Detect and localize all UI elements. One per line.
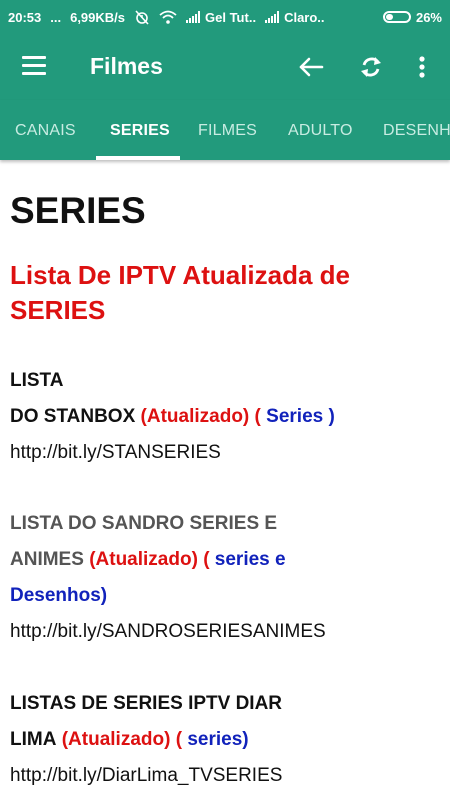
list-entry: LISTAS DE SERIES IPTV DIAR LIMA (Atualiz… (10, 686, 440, 794)
paren: ) (328, 406, 335, 427)
paren: ( (203, 549, 210, 570)
more-vert-icon[interactable] (412, 52, 432, 82)
page-heading: SERIES (10, 190, 146, 231)
entry-name: LIMA (10, 729, 57, 750)
active-tab-indicator (96, 156, 180, 160)
battery-percent: 26% (415, 9, 442, 25)
carrier1-signal: Gel Tut.. (186, 10, 256, 25)
paren: ( (254, 406, 261, 427)
entry-name: LISTAS DE SERIES IPTV DIAR (10, 693, 283, 714)
list-entry: LISTA DO SANDRO SERIES E ANIMES (Atualiz… (10, 506, 440, 650)
updated-tag: (Atualizado) (140, 406, 250, 427)
signal-icon (186, 11, 201, 23)
entry-name: ANIMES (10, 549, 84, 570)
updated-tag: (Atualizado) (61, 729, 171, 750)
entry-name: LISTA (10, 370, 64, 391)
status-bar: 20:53 ... 6,99KB/s Gel Tut.. Claro.. 26% (0, 0, 450, 34)
alarm-off-icon (134, 9, 150, 25)
category-tag: series e (214, 549, 286, 570)
status-network-speed: 6,99KB/s (70, 9, 126, 25)
entry-url-link[interactable]: http://bit.ly/SANDROSERIESANIMES (10, 614, 440, 650)
entry-line: ANIMES (Atualizado) ( series e (10, 542, 440, 578)
tab-adulto[interactable]: ADULTO (288, 122, 353, 140)
tab-series[interactable]: SERIES (110, 122, 170, 140)
back-arrow-icon[interactable] (296, 52, 326, 82)
battery-icon (382, 11, 411, 23)
entry-name: DO STANBOX (10, 406, 136, 427)
signal-icon (265, 11, 280, 23)
carrier1-name: Gel Tut.. (205, 9, 257, 25)
category-tag: Desenhos) (10, 585, 108, 606)
carrier2-name: Claro.. (284, 9, 325, 25)
menu-icon[interactable] (22, 56, 46, 76)
category-tag: series) (187, 729, 249, 750)
updated-tag: (Atualizado) (89, 549, 198, 570)
status-time: 20:53 (8, 9, 42, 25)
entry-url-link[interactable]: http://bit.ly/DiarLima_TVSERIES (10, 758, 440, 794)
paren: ( (175, 729, 183, 750)
sync-icon[interactable] (356, 52, 386, 82)
tab-desenhos[interactable]: DESENH (383, 122, 450, 140)
entry-line: DO STANBOX (Atualizado) ( Series ) (10, 399, 440, 435)
entry-line: LIMA (Atualizado) ( series) (10, 722, 440, 758)
page-subtitle: Lista De IPTV Atualizada de SERIES (10, 260, 351, 325)
list-entry: LISTA DO STANBOX (Atualizado) ( Series )… (10, 363, 440, 471)
tab-canais[interactable]: CANAIS (15, 122, 76, 140)
app-title: Filmes (90, 53, 163, 79)
category-tag: Series (266, 406, 324, 427)
app-bar: Filmes (0, 34, 450, 100)
battery-status: 26% (382, 9, 442, 25)
status-more-dots: ... (50, 9, 62, 25)
tab-filmes[interactable]: FILMES (198, 122, 257, 140)
entry-name: LISTA DO SANDRO SERIES E (10, 513, 278, 534)
tab-bar: CANAIS SERIES FILMES ADULTO DESENH (0, 100, 450, 160)
carrier2-signal: Claro.. (265, 9, 325, 25)
entry-url-link[interactable]: http://bit.ly/STANSERIES (10, 435, 440, 471)
wifi-icon (159, 10, 177, 24)
